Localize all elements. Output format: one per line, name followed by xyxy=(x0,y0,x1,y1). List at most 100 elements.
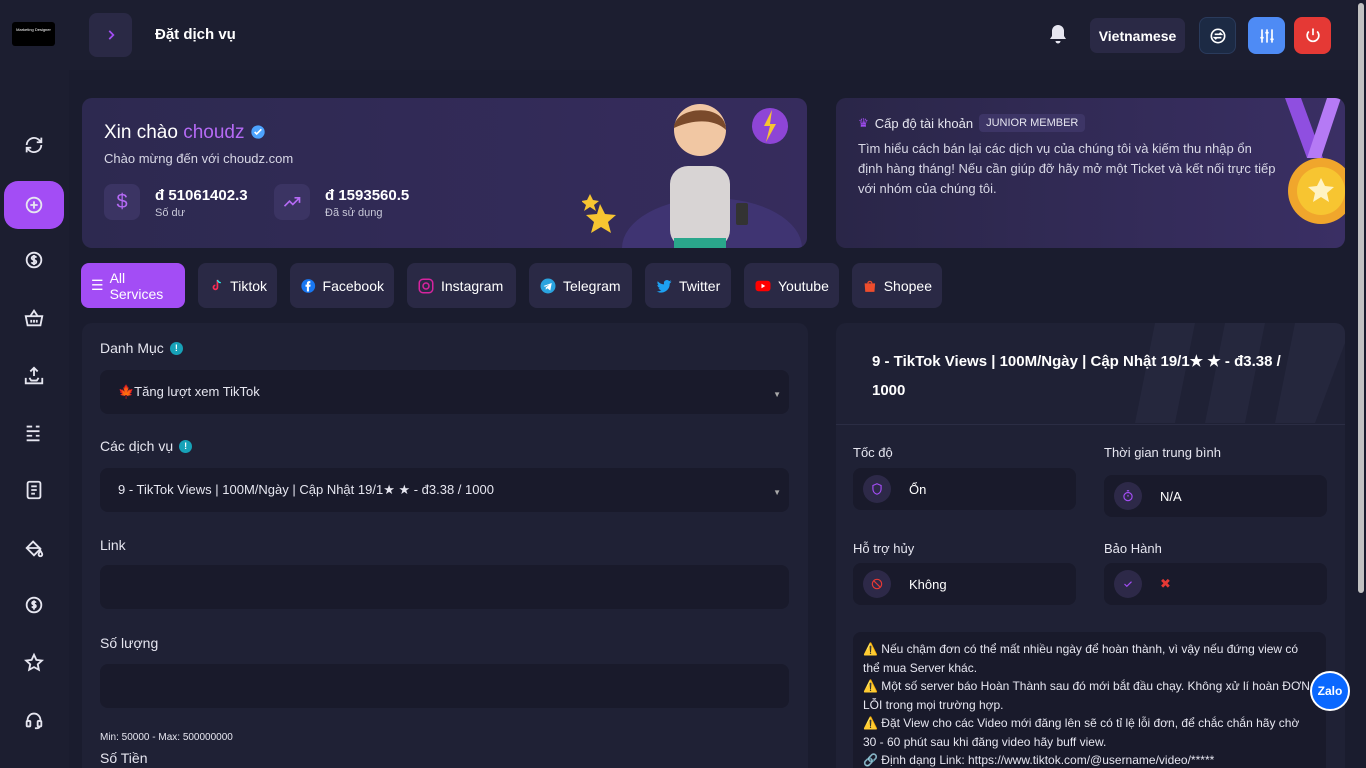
sidebar-item-refresh[interactable] xyxy=(4,121,64,169)
used-label: Đã sử dụng xyxy=(325,207,383,219)
username: choudz xyxy=(183,122,245,143)
sidebar-item-shop[interactable] xyxy=(4,294,64,342)
language-button[interactable]: Vietnamese xyxy=(1090,18,1185,53)
member-badge: JUNIOR MEMBER xyxy=(979,114,1086,132)
account-level-card: ♛ Cấp độ tài khoản JUNIOR MEMBER Tìm hiể… xyxy=(836,98,1345,248)
tab-twitter[interactable]: Twitter xyxy=(645,263,731,308)
plus-circle-icon xyxy=(25,196,43,214)
tab-shopee[interactable]: Shopee xyxy=(852,263,942,308)
trend-up-icon xyxy=(274,184,310,220)
service-title: 9 - TikTok Views | 100M/Ngày | Cập Nhật … xyxy=(872,353,1281,399)
welcome-subtitle: Chào mừng đến với choudz.com xyxy=(104,151,294,166)
medal-icon xyxy=(1285,98,1345,224)
telegram-icon xyxy=(540,278,556,293)
welcome-greeting: Xin chào choudz xyxy=(104,122,266,144)
balance-value: đ 51061402.3 xyxy=(155,187,248,204)
star-icon xyxy=(24,652,44,672)
settings-button[interactable] xyxy=(1248,17,1285,54)
sidebar-item-orders[interactable] xyxy=(4,409,64,457)
level-heading: ♛ Cấp độ tài khoản JUNIOR MEMBER xyxy=(858,114,1086,132)
sidebar-item-favorites[interactable] xyxy=(4,639,64,687)
sidebar-item-new-order[interactable] xyxy=(4,181,64,229)
list-icon: ☰ xyxy=(91,277,104,293)
sliders-icon xyxy=(1259,28,1274,43)
document-icon xyxy=(26,480,42,500)
sidebar-item-upload[interactable] xyxy=(4,352,64,400)
sidebar-item-paint[interactable] xyxy=(4,524,64,572)
check-icon xyxy=(1114,570,1142,598)
caret-down-icon: ▼ xyxy=(773,488,781,497)
warranty-label: Bảo Hành xyxy=(1104,541,1162,556)
instagram-icon xyxy=(418,278,434,293)
used-value: đ 1593560.5 xyxy=(325,187,410,204)
money-cycle-icon xyxy=(25,596,43,614)
note-item: ⚠️ Một số server báo Hoàn Thành sau đó m… xyxy=(863,679,1310,712)
speed-box: Ổn xyxy=(853,468,1076,510)
crown-icon: ♛ xyxy=(858,116,869,130)
service-label: Các dịch vụ! xyxy=(100,438,193,454)
level-description: Tìm hiểu cách bán lại các dịch vụ của ch… xyxy=(858,141,1276,196)
notes-box: ⚠️ Nếu chậm đơn có thể mất nhiều ngày để… xyxy=(853,632,1326,768)
bell-icon[interactable] xyxy=(1046,22,1070,48)
info-icon[interactable]: ! xyxy=(179,439,193,453)
link-label: Link xyxy=(100,537,126,553)
caret-down-icon: ▼ xyxy=(773,390,781,399)
tab-youtube[interactable]: Youtube xyxy=(744,263,839,308)
shopee-icon xyxy=(864,280,876,292)
chevron-right-icon xyxy=(108,30,115,40)
category-label: Danh Mục! xyxy=(100,340,183,356)
logout-button[interactable] xyxy=(1294,17,1331,54)
amount-label: Số Tiền xyxy=(100,750,148,766)
min-max-hint: Min: 50000 - Max: 500000000 xyxy=(100,732,233,743)
shield-icon xyxy=(863,475,891,503)
tab-instagram[interactable]: Instagram xyxy=(407,263,516,308)
sidebar-item-affiliate[interactable] xyxy=(4,581,64,629)
balance-label: Số dư xyxy=(155,207,185,219)
currency-switch-button[interactable] xyxy=(1199,17,1236,54)
sidebar-item-documents[interactable] xyxy=(4,466,64,514)
avg-time-box: N/A xyxy=(1104,475,1327,517)
quantity-input[interactable] xyxy=(100,664,789,708)
paint-bucket-icon xyxy=(25,540,44,558)
info-icon[interactable]: ! xyxy=(169,341,183,355)
link-input[interactable] xyxy=(100,565,789,609)
twitter-icon xyxy=(656,279,672,293)
logo[interactable]: Marketing Designer xyxy=(12,22,55,46)
note-item: ⚠️ Đặt View cho các Video mới đăng lên s… xyxy=(863,716,1300,749)
welcome-card: Xin chào choudz Chào mừng đến với choudz… xyxy=(82,98,807,248)
service-select[interactable]: 9 - TikTok Views | 100M/Ngày | Cập Nhật … xyxy=(100,468,789,512)
basket-icon xyxy=(24,309,44,327)
speed-label: Tốc độ xyxy=(853,445,893,460)
list-icon xyxy=(26,425,40,442)
order-form-panel: Danh Mục! 🍁Tăng lượt xem TikTok ▼ Các dịc… xyxy=(82,323,808,768)
speed-value: Ổn xyxy=(909,481,927,497)
sidebar-item-support[interactable] xyxy=(4,696,64,744)
cancel-label: Hỗ trợ hủy xyxy=(853,541,915,556)
ban-icon xyxy=(863,570,891,598)
headset-icon xyxy=(25,712,43,730)
sidebar-item-deposit[interactable] xyxy=(4,236,64,284)
tab-facebook[interactable]: Facebook xyxy=(290,263,394,308)
note-item: 🔗 Định dạng Link: https://www.tiktok.com… xyxy=(863,753,1215,767)
divider xyxy=(836,424,1345,425)
cancel-box: Không xyxy=(853,563,1076,605)
tab-tiktok[interactable]: Tiktok xyxy=(198,263,277,308)
sidebar-toggle-button[interactable] xyxy=(89,13,132,57)
category-select[interactable]: 🍁Tăng lượt xem TikTok ▼ xyxy=(100,370,789,414)
tab-telegram[interactable]: Telegram xyxy=(529,263,632,308)
tiktok-icon xyxy=(212,279,221,290)
dollar-circle-icon xyxy=(25,251,43,269)
page-title: Đặt dịch vụ xyxy=(155,26,236,43)
note-item: ⚠️ Nếu chậm đơn có thể mất nhiều ngày để… xyxy=(863,642,1299,675)
cancel-value: Không xyxy=(909,576,947,592)
quantity-label: Số lượng xyxy=(100,635,159,651)
power-icon xyxy=(1305,28,1320,42)
tab-all-services[interactable]: ☰ All Services xyxy=(81,263,185,308)
scrollbar-thumb[interactable] xyxy=(1358,3,1364,593)
facebook-icon xyxy=(301,278,316,293)
avg-time-value: N/A xyxy=(1160,488,1182,504)
character-illustration xyxy=(582,104,802,248)
youtube-icon xyxy=(755,280,771,291)
zalo-chat-button[interactable]: Zalo xyxy=(1310,671,1350,711)
service-detail-panel: 9 - TikTok Views | 100M/Ngày | Cập Nhật … xyxy=(836,323,1345,768)
